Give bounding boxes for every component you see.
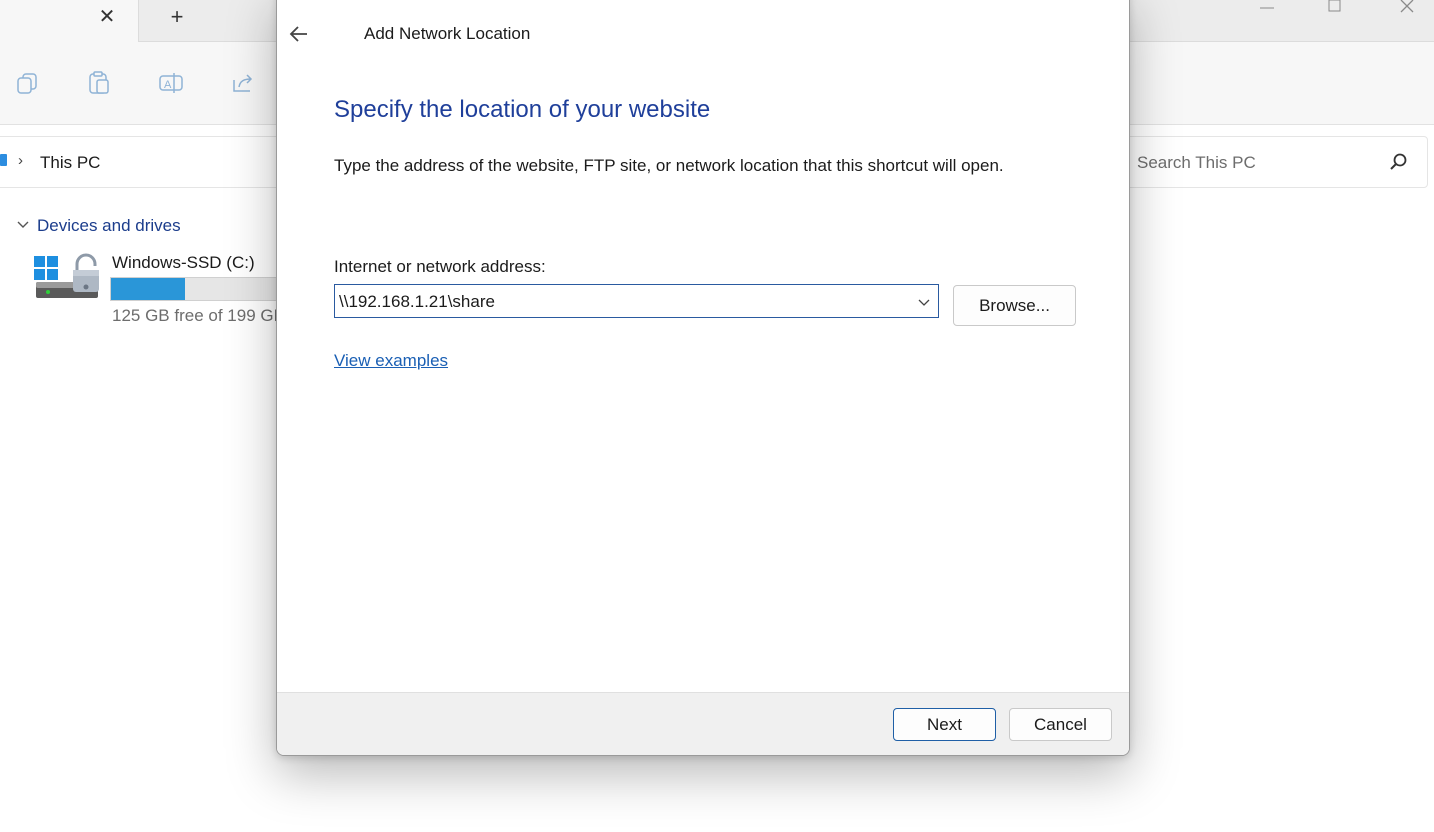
chevron-down-icon[interactable] — [918, 295, 930, 307]
close-window-icon[interactable] — [1392, 0, 1422, 14]
back-arrow-icon[interactable] — [287, 22, 311, 46]
search-icon[interactable] — [1389, 152, 1409, 172]
group-header-devices[interactable]: Devices and drives — [37, 216, 181, 236]
copy-icon[interactable] — [15, 70, 41, 96]
breadcrumb-chevron-icon[interactable]: › — [18, 152, 23, 169]
add-network-location-dialog: Add Network Location Specify the locatio… — [276, 0, 1130, 756]
drive-usage-fill — [111, 278, 185, 300]
minimize-icon[interactable] — [1252, 0, 1282, 14]
new-tab-icon[interactable]: + — [166, 6, 188, 28]
network-address-combobox[interactable]: \\192.168.1.21\share — [334, 284, 939, 318]
chevron-down-icon[interactable] — [16, 218, 30, 232]
cancel-button[interactable]: Cancel — [1009, 708, 1112, 741]
dialog-heading: Specify the location of your website — [334, 96, 711, 123]
address-bar[interactable]: › This PC — [0, 136, 301, 188]
drive-free-space: 125 GB free of 199 GB — [112, 306, 285, 325]
breadcrumb-this-pc[interactable]: This PC — [40, 153, 100, 173]
tab-close-icon[interactable]: ✕ — [96, 6, 118, 28]
drive-name[interactable]: Windows-SSD (C:) — [112, 253, 255, 273]
search-placeholder: Search This PC — [1137, 153, 1256, 172]
maximize-icon[interactable] — [1320, 0, 1350, 14]
next-button[interactable]: Next — [893, 708, 996, 741]
search-input[interactable]: Search This PC — [1126, 136, 1428, 188]
rename-icon[interactable]: A — [158, 70, 184, 96]
address-label: Internet or network address: — [334, 257, 546, 276]
network-address-value[interactable]: \\192.168.1.21\share — [339, 292, 495, 312]
paste-icon[interactable] — [86, 70, 112, 96]
dialog-description: Type the address of the website, FTP sit… — [334, 156, 1004, 175]
drive-icon[interactable] — [33, 250, 105, 310]
dialog-title: Add Network Location — [364, 24, 531, 43]
svg-text:A: A — [164, 79, 172, 91]
dialog-footer: Next Cancel — [277, 692, 1129, 755]
tab-this-pc[interactable]: ✕ — [0, 0, 139, 42]
share-icon[interactable] — [230, 70, 256, 96]
view-examples-link[interactable]: View examples — [334, 351, 448, 371]
browse-button[interactable]: Browse... — [953, 285, 1076, 326]
this-pc-icon — [0, 154, 7, 166]
